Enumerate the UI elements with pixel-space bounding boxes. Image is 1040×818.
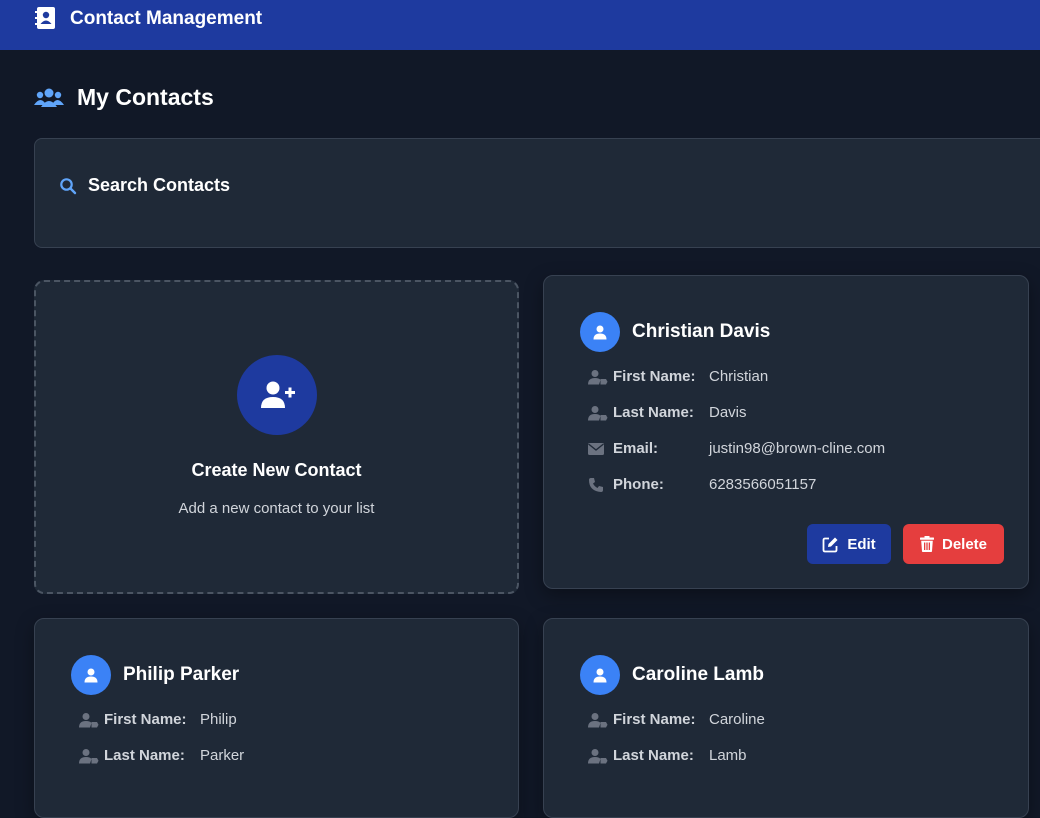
first-name-value: Caroline (709, 711, 765, 728)
edit-label: Edit (847, 535, 876, 553)
last-name-row: Last Name: Lamb (588, 747, 747, 764)
first-name-value: Philip (200, 711, 237, 728)
contact-card: Philip Parker First Name: Philip Last Na… (34, 618, 519, 818)
top-navbar: Contact Management (0, 0, 1040, 50)
contact-card: Christian Davis First Name: Christian La… (543, 275, 1029, 589)
phone-row: Phone: 6283566051157 (588, 476, 816, 493)
delete-label: Delete (941, 535, 988, 553)
phone-value[interactable]: 6283566051157 (709, 476, 816, 493)
contact-header: Philip Parker (71, 655, 239, 695)
first-name-label: First Name: (613, 368, 696, 385)
user-plus-icon[interactable] (237, 355, 317, 435)
search-header: Search Contacts (59, 175, 230, 196)
user-icon (593, 668, 607, 683)
first-name-label: First Name: (104, 711, 187, 728)
user-tag-icon (588, 748, 608, 764)
create-contact-title: Create New Contact (191, 460, 362, 480)
user-tag-icon (588, 712, 608, 728)
trash-icon (919, 536, 934, 552)
last-name-value: Parker (200, 747, 245, 764)
users-icon (34, 88, 64, 107)
avatar (580, 312, 620, 352)
last-name-row: Last Name: Parker (79, 747, 244, 764)
delete-button[interactable]: Delete (903, 524, 1004, 564)
edit-button[interactable]: Edit (807, 524, 891, 564)
contact-name: Christian Davis (632, 321, 771, 342)
contact-card: Caroline Lamb First Name: Caroline Last … (543, 618, 1029, 818)
user-tag-icon (588, 405, 608, 421)
user-tag-icon (79, 748, 99, 764)
email-label: Email: (613, 440, 659, 457)
last-name-label: Last Name: (104, 747, 185, 764)
user-icon (593, 325, 607, 340)
phone-label: Phone: (613, 476, 664, 493)
contact-header: Christian Davis (580, 312, 770, 352)
phone-icon (588, 477, 608, 493)
user-tag-icon (79, 712, 99, 728)
first-name-value: Christian (709, 368, 769, 385)
search-title: Search Contacts (88, 175, 231, 195)
avatar (580, 655, 620, 695)
contact-header: Caroline Lamb (580, 655, 764, 695)
user-tag-icon (588, 369, 608, 385)
last-name-label: Last Name: (613, 404, 694, 421)
page-title: My Contacts (77, 84, 214, 110)
contact-name: Philip Parker (123, 664, 240, 685)
search-panel: Search Contacts (34, 138, 1040, 248)
last-name-value: Lamb (709, 747, 747, 764)
first-name-row: First Name: Philip (79, 711, 237, 728)
email-row: Email: justin98@brown-cline.com (588, 440, 885, 457)
app-title[interactable]: Contact Management (70, 6, 262, 32)
envelope-icon (588, 441, 608, 457)
user-icon (84, 668, 98, 683)
last-name-value: Davis (709, 404, 747, 421)
search-icon (60, 177, 77, 194)
avatar (71, 655, 111, 695)
contact-name: Caroline Lamb (632, 664, 764, 685)
create-contact-card[interactable]: Create New Contact Add a new contact to … (34, 280, 519, 594)
edit-icon (822, 537, 838, 552)
address-book-icon (35, 7, 55, 29)
last-name-row: Last Name: Davis (588, 404, 747, 421)
first-name-label: First Name: (613, 711, 696, 728)
first-name-row: First Name: Christian (588, 368, 768, 385)
first-name-row: First Name: Caroline (588, 711, 765, 728)
page-heading: My Contacts (34, 84, 214, 111)
last-name-label: Last Name: (613, 747, 694, 764)
create-contact-subtitle: Add a new contact to your list (178, 500, 375, 517)
email-value[interactable]: justin98@brown-cline.com (709, 440, 885, 457)
